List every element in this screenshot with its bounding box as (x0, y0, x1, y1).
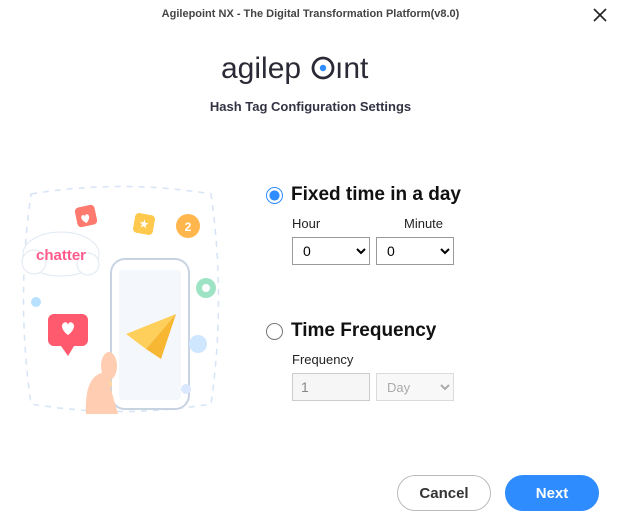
time-frequency-label: Time Frequency (291, 320, 436, 342)
fixed-time-sublabels: Hour Minute (292, 216, 601, 231)
dialog-subtitle: Hash Tag Configuration Settings (210, 99, 411, 114)
svg-text:2: 2 (185, 220, 192, 234)
frequency-sublabel: Frequency (292, 352, 601, 367)
frequency-value-input (292, 373, 370, 401)
next-button[interactable]: Next (505, 475, 599, 511)
time-frequency-group: Time Frequency Frequency Day (266, 320, 601, 401)
content-area: chatter ★ 2 Fixed time i (0, 184, 621, 414)
brand-logo: agilep ınt (221, 50, 401, 93)
agilepoint-logo-icon: agilep ınt (221, 50, 401, 88)
titlebar: Agilepoint NX - The Digital Transformati… (0, 0, 621, 28)
frequency-unit-select: Day (376, 373, 454, 401)
form: Fixed time in a day Hour Minute 0 0 Time… (236, 184, 621, 414)
fixed-time-label: Fixed time in a day (291, 184, 461, 206)
minute-label: Minute (404, 216, 474, 231)
hour-select[interactable]: 0 (292, 237, 370, 265)
illustration: chatter ★ 2 (6, 184, 236, 414)
svg-text:ınt: ınt (335, 52, 369, 85)
svg-text:chatter: chatter (36, 247, 86, 264)
close-icon (592, 7, 608, 23)
svg-text:agilep: agilep (221, 52, 301, 85)
window-title: Agilepoint NX - The Digital Transformati… (162, 8, 460, 20)
cancel-button[interactable]: Cancel (397, 475, 491, 511)
frequency-inputs: Day (292, 373, 601, 401)
dialog-header: agilep ınt Hash Tag Configuration Settin… (0, 50, 621, 114)
time-frequency-radio[interactable] (266, 323, 283, 340)
hour-label: Hour (292, 216, 362, 231)
chatter-illustration-icon: chatter ★ 2 (6, 184, 236, 414)
fixed-time-inputs: 0 0 (292, 237, 601, 265)
close-button[interactable] (589, 4, 611, 26)
minute-select[interactable]: 0 (376, 237, 454, 265)
fixed-time-radio[interactable] (266, 187, 283, 204)
footer-buttons: Cancel Next (397, 475, 599, 511)
fixed-time-option[interactable]: Fixed time in a day (266, 184, 601, 206)
time-frequency-option[interactable]: Time Frequency (266, 320, 601, 342)
